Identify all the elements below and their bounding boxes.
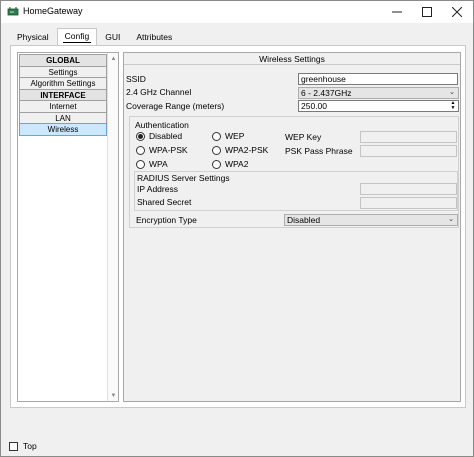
- nav-panel: GLOBAL Settings Algorithm Settings INTER…: [17, 52, 119, 402]
- authentication-title: Authentication: [135, 120, 189, 130]
- wireless-settings-panel: Wireless Settings SSID greenhouse 2.4 GH…: [123, 52, 461, 402]
- shared-secret-label: Shared Secret: [137, 197, 192, 207]
- encryption-type-value: Disabled: [287, 215, 321, 225]
- encryption-type-label: Encryption Type: [136, 215, 197, 225]
- radius-ip-input[interactable]: [360, 183, 457, 195]
- encryption-type-select[interactable]: Disabled ⌄: [284, 214, 458, 226]
- top-label: Top: [23, 441, 37, 451]
- minimize-icon: [392, 11, 402, 13]
- tab-attributes[interactable]: Attributes: [128, 29, 180, 45]
- channel-select[interactable]: 6 - 2.437GHz ⌄: [298, 87, 459, 99]
- maximize-icon: [422, 7, 432, 17]
- psk-pass-phrase-input[interactable]: [360, 145, 457, 157]
- router-config-window: HomeGateway Physical Config GUI Attribut…: [0, 0, 474, 457]
- auth-disabled-radio[interactable]: Disabled: [136, 131, 182, 141]
- stepper-down-icon[interactable]: ▼: [449, 106, 457, 111]
- tab-config-label: Config: [64, 31, 90, 41]
- auth-wpa2-psk-radio[interactable]: WPA2-PSK: [212, 145, 268, 155]
- auth-wep-label: WEP: [225, 131, 245, 141]
- maximize-button[interactable]: [412, 1, 442, 23]
- bottom-bar: Top: [9, 441, 37, 451]
- auth-wpa-label: WPA: [149, 159, 168, 169]
- close-button[interactable]: [442, 1, 472, 23]
- window-title: HomeGateway: [23, 6, 83, 16]
- authentication-group: Authentication Disabled WEP WEP Key WPA-…: [129, 116, 459, 228]
- coverage-stepper[interactable]: 250.00 ▲ ▼: [298, 100, 459, 112]
- title-bar: HomeGateway: [1, 1, 473, 23]
- auth-wpa2-radio[interactable]: WPA2: [212, 159, 248, 169]
- radius-server-group: RADIUS Server Settings IP Address Shared…: [134, 171, 458, 211]
- close-icon: [452, 7, 462, 17]
- nav-scrollbar[interactable]: ▲ ▼: [107, 53, 118, 401]
- tab-physical[interactable]: Physical: [9, 29, 57, 45]
- psk-pass-phrase-label: PSK Pass Phrase: [285, 146, 353, 156]
- channel-label: 2.4 GHz Channel: [126, 87, 192, 97]
- tab-gui[interactable]: GUI: [97, 29, 128, 45]
- chevron-down-icon: ⌄: [448, 216, 454, 223]
- auth-disabled-label: Disabled: [149, 131, 183, 141]
- nav-item-wireless[interactable]: Wireless: [19, 123, 107, 136]
- radio-unchecked-icon: [212, 145, 221, 155]
- router-app-icon: [7, 7, 19, 16]
- coverage-value: 250.00: [301, 101, 327, 111]
- auth-wep-radio[interactable]: WEP: [212, 131, 244, 141]
- chevron-down-icon: ⌄: [449, 89, 455, 96]
- auth-wpa2-psk-label: WPA2-PSK: [225, 145, 269, 155]
- radio-checked-icon: [136, 131, 145, 141]
- scroll-up-icon[interactable]: ▲: [108, 53, 119, 64]
- tab-bar: Physical Config GUI Attributes: [9, 28, 180, 45]
- auth-wpa-psk-radio[interactable]: WPA-PSK: [136, 145, 188, 155]
- nav-list: GLOBAL Settings Algorithm Settings INTER…: [19, 54, 107, 136]
- radio-unchecked-icon: [136, 145, 145, 155]
- coverage-label: Coverage Range (meters): [126, 101, 225, 111]
- auth-wpa-radio[interactable]: WPA: [136, 159, 168, 169]
- radius-title: RADIUS Server Settings: [137, 173, 230, 183]
- channel-value: 6 - 2.437GHz: [301, 88, 352, 98]
- top-checkbox[interactable]: [9, 441, 18, 451]
- radio-unchecked-icon: [212, 131, 221, 141]
- wep-key-label: WEP Key: [285, 132, 322, 142]
- auth-wpa-psk-label: WPA-PSK: [149, 145, 188, 155]
- nav-item-algorithm-settings[interactable]: Algorithm Settings: [19, 77, 107, 90]
- config-content: GLOBAL Settings Algorithm Settings INTER…: [10, 45, 466, 408]
- wep-key-input[interactable]: [360, 131, 457, 143]
- tab-config[interactable]: Config: [56, 28, 98, 45]
- radio-unchecked-icon: [136, 159, 145, 169]
- panel-title: Wireless Settings: [124, 53, 460, 65]
- radio-unchecked-icon: [212, 159, 221, 169]
- ssid-label: SSID: [126, 74, 146, 84]
- scroll-down-icon[interactable]: ▼: [108, 390, 119, 401]
- ssid-input[interactable]: greenhouse: [298, 73, 458, 85]
- ip-address-label: IP Address: [137, 184, 178, 194]
- minimize-button[interactable]: [382, 1, 412, 23]
- shared-secret-input[interactable]: [360, 197, 457, 209]
- auth-wpa2-label: WPA2: [225, 159, 249, 169]
